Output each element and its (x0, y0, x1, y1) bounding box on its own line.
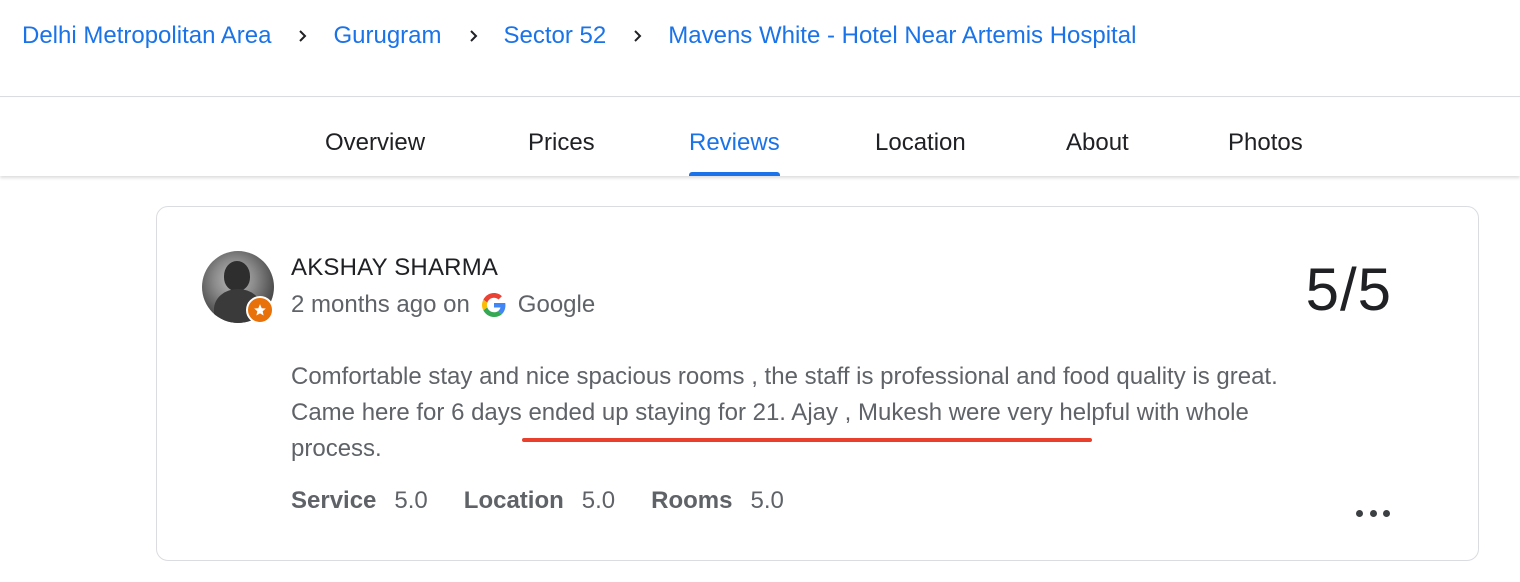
breadcrumb-item-gurugram[interactable]: Gurugram (333, 22, 441, 50)
google-logo-icon (481, 293, 506, 317)
tab-overview[interactable]: Overview (325, 98, 425, 176)
review-text: Comfortable stay and nice spacious rooms… (291, 363, 1278, 462)
breadcrumb: Delhi Metropolitan Area Gurugram Sector … (0, 0, 1520, 97)
rating-value-rooms: 5.0 (750, 487, 784, 514)
rating-value-location: 5.0 (581, 487, 616, 514)
avatar-head (224, 261, 250, 291)
review-time: 2 months ago on (291, 291, 470, 318)
tab-prices[interactable]: Prices (528, 98, 595, 176)
review-source: Google (517, 291, 596, 318)
chevron-right-icon (632, 30, 644, 42)
breadcrumb-item-sector-52[interactable]: Sector 52 (504, 22, 607, 50)
tab-location[interactable]: Location (875, 98, 966, 176)
reviewer-name[interactable]: AKSHAY SHARMA (291, 254, 498, 282)
chevron-right-icon (297, 30, 309, 42)
tab-reviews[interactable]: Reviews (689, 98, 780, 176)
breadcrumb-item-hotel[interactable]: Mavens White - Hotel Near Artemis Hospit… (668, 22, 1136, 50)
review-score: 5/5 (1305, 256, 1392, 323)
tab-bar: Overview Prices Reviews Location About P… (0, 98, 1520, 176)
sub-ratings: Service 5.0 Location 5.0 Rooms 5.0 (291, 487, 820, 515)
chevron-right-icon (468, 30, 480, 42)
rating-value-service: 5.0 (394, 487, 428, 514)
annotation-underline (522, 438, 1092, 442)
tab-about[interactable]: About (1066, 98, 1129, 176)
rating-label-service: Service (291, 487, 377, 514)
review-card: AKSHAY SHARMA 2 months ago on Google 5/5… (156, 206, 1479, 561)
star-badge-icon (246, 296, 274, 324)
more-horizontal-icon[interactable] (1356, 507, 1390, 519)
review-meta: 2 months ago on Google (291, 291, 595, 319)
breadcrumb-item-delhi-metropolitan-area[interactable]: Delhi Metropolitan Area (22, 22, 271, 50)
tab-photos[interactable]: Photos (1228, 98, 1303, 176)
rating-label-location: Location (463, 487, 564, 514)
rating-label-rooms: Rooms (651, 487, 733, 514)
